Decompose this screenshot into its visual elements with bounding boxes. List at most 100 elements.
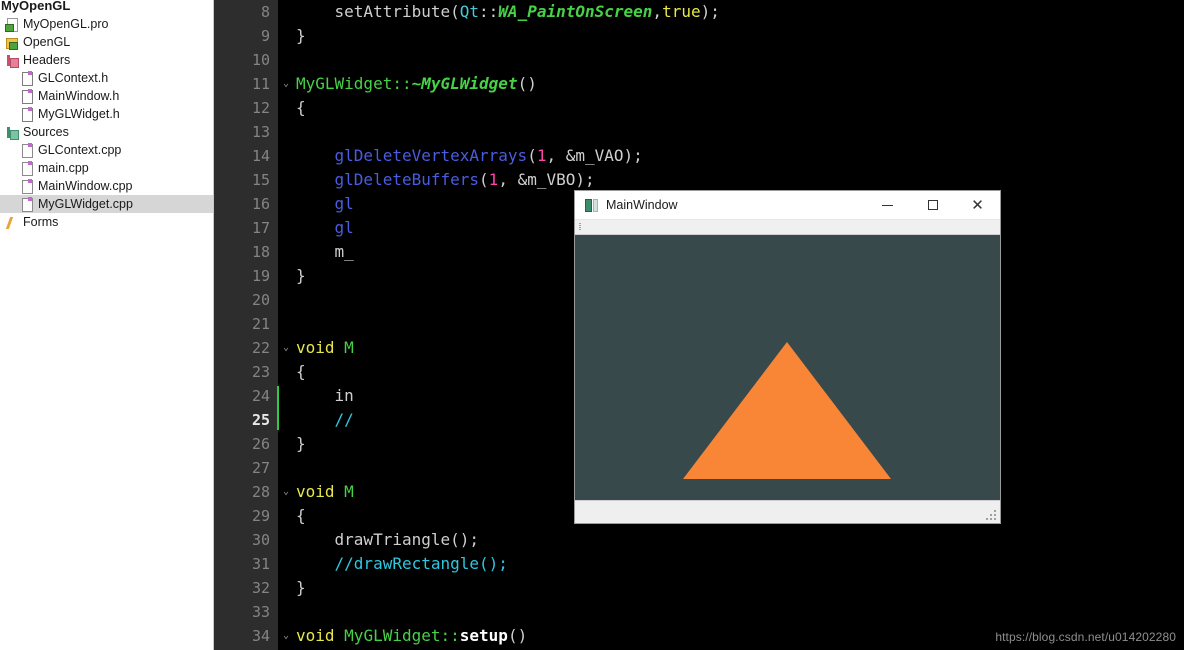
line-number: 14 (251, 147, 270, 165)
code-line[interactable] (278, 120, 1184, 144)
line-number: 25 (251, 411, 270, 429)
code-token: 1 (488, 170, 499, 189)
code-token: :: (479, 2, 499, 21)
line-number: 9 (260, 27, 270, 45)
minimize-button[interactable] (865, 191, 910, 219)
tree-item-forms[interactable]: Forms (0, 213, 213, 231)
tree-item-mainwindow-cpp[interactable]: MainWindow.cpp (0, 177, 213, 195)
code-token: setAttribute (296, 2, 451, 21)
headers-folder-icon (5, 53, 19, 68)
tree-item-mainwindow-h[interactable]: MainWindow.h (0, 87, 213, 105)
code-token: M (334, 482, 354, 501)
tree-item-main-cpp[interactable]: main.cpp (0, 159, 213, 177)
code-token: ~MyGLWidget (411, 74, 518, 93)
tree-item-myopengl-pro[interactable]: MyOpenGL.pro (0, 15, 213, 33)
tree-item-label: MyOpenGL.pro (23, 17, 109, 31)
code-token: :: (392, 74, 412, 93)
line-number: 23 (251, 363, 270, 381)
tree-item-label: GLContext.cpp (38, 143, 122, 157)
tree-item-label: GLContext.h (38, 71, 109, 85)
code-token: in (296, 386, 354, 405)
app-window: MyOpenGL MyOpenGL.pro OpenGL Headers GLConte… (0, 0, 1184, 650)
tree-item-myglwidget-h[interactable]: MyGLWidget.h (0, 105, 213, 123)
tree-item-glcontext-cpp[interactable]: GLContext.cpp (0, 141, 213, 159)
code-line[interactable]: glDeleteVertexArrays(1, &m_VAO); (278, 144, 1184, 168)
line-number: 12 (251, 99, 270, 117)
code-line[interactable]: setAttribute(Qt::WA_PaintOnScreen,true); (278, 0, 1184, 24)
tree-item-label: MyGLWidget.h (38, 107, 120, 121)
tree-item-opengl[interactable]: OpenGL (0, 33, 213, 51)
watermark-text: https://blog.csdn.net/u014202280 (995, 630, 1176, 644)
code-line[interactable] (278, 600, 1184, 624)
cpp-file-icon (20, 179, 34, 194)
project-tree-list[interactable]: MyOpenGL MyOpenGL.pro OpenGL Headers GLConte… (0, 0, 213, 231)
line-number: 20 (251, 291, 270, 309)
header-file-icon (20, 89, 34, 104)
code-token: } (296, 434, 306, 453)
code-line[interactable]: { (278, 96, 1184, 120)
line-number: 22 ⌄ (214, 336, 289, 360)
cpp-file-icon (20, 197, 34, 212)
tree-item-label: main.cpp (38, 161, 89, 175)
code-line[interactable]: } (278, 24, 1184, 48)
tree-item-headers[interactable]: Headers (0, 51, 213, 69)
line-number: 8 (260, 3, 270, 21)
line-number: 26 (251, 435, 270, 453)
code-line[interactable] (278, 48, 1184, 72)
triangle-shape (683, 342, 891, 479)
resize-grip[interactable] (986, 510, 997, 521)
line-number: 27 (251, 459, 270, 477)
tree-item-sources[interactable]: Sources (0, 123, 213, 141)
line-number: 16 (251, 195, 270, 213)
code-token: glDeleteBuffers (296, 170, 480, 189)
tree-item-glcontext-h[interactable]: GLContext.h (0, 69, 213, 87)
line-number: 33 (251, 603, 270, 621)
close-button[interactable]: ✕ (955, 191, 1000, 219)
code-token: ( (527, 146, 537, 165)
code-token: { (296, 98, 306, 117)
app-icon (585, 198, 598, 212)
dialog-title-bar[interactable]: MainWindow ✕ (575, 191, 1000, 220)
code-token: gl (296, 218, 354, 237)
code-token: ); (700, 2, 720, 21)
close-icon: ✕ (971, 196, 984, 214)
code-token: } (296, 26, 306, 45)
code-line[interactable]: MyGLWidget::~MyGLWidget() (278, 72, 1184, 96)
opengl-viewport[interactable] (575, 235, 1000, 500)
code-token: { (296, 506, 306, 525)
tree-item-myglwidget-cpp[interactable]: MyGLWidget.cpp (0, 195, 213, 213)
maximize-button[interactable] (910, 191, 955, 219)
dialog-menu-bar[interactable] (575, 220, 1000, 235)
line-number: 28 ⌄ (214, 480, 289, 504)
line-number: 21 (251, 315, 270, 333)
project-tree-panel[interactable]: MyOpenGL MyOpenGL.pro OpenGL Headers GLConte… (0, 0, 214, 650)
mainwindow-dialog[interactable]: MainWindow ✕ (574, 190, 1001, 524)
code-token: glDeleteVertexArrays (296, 146, 528, 165)
maximize-icon (927, 200, 938, 210)
code-token: true (662, 2, 701, 21)
line-number: 15 (251, 171, 270, 189)
code-token: void (296, 482, 335, 501)
code-token: //drawRectangle(); (296, 554, 508, 573)
tree-item-label: MainWindow.h (38, 89, 120, 103)
tree-item-label: Headers (23, 53, 71, 67)
code-token: ( (479, 170, 489, 189)
tree-item-label: MainWindow.cpp (38, 179, 133, 193)
code-line[interactable]: //drawRectangle(); (278, 552, 1184, 576)
tree-item-label: OpenGL (23, 35, 71, 49)
tree-item-myopengl[interactable]: MyOpenGL (0, 0, 213, 15)
line-number: 10 (251, 51, 270, 69)
tree-item-label: Sources (23, 125, 69, 139)
sources-folder-icon (5, 125, 19, 140)
line-number: 32 (251, 579, 270, 597)
code-token: void (296, 338, 335, 357)
forms-folder-icon (5, 215, 19, 229)
code-editor[interactable]: 8 9 10 11 ⌄ 12 13 14 15 16 17 18 19 20 21 22 ⌄ 23 24 25 26 27… (214, 0, 1184, 650)
dialog-title: MainWindow (606, 198, 678, 212)
code-line[interactable]: glDeleteBuffers(1, &m_VBO); (278, 168, 1184, 192)
code-token: void (296, 626, 335, 645)
code-token: { (296, 362, 306, 381)
code-line[interactable]: drawTriangle(); (278, 528, 1184, 552)
code-token: () (517, 74, 537, 93)
code-line[interactable]: } (278, 576, 1184, 600)
